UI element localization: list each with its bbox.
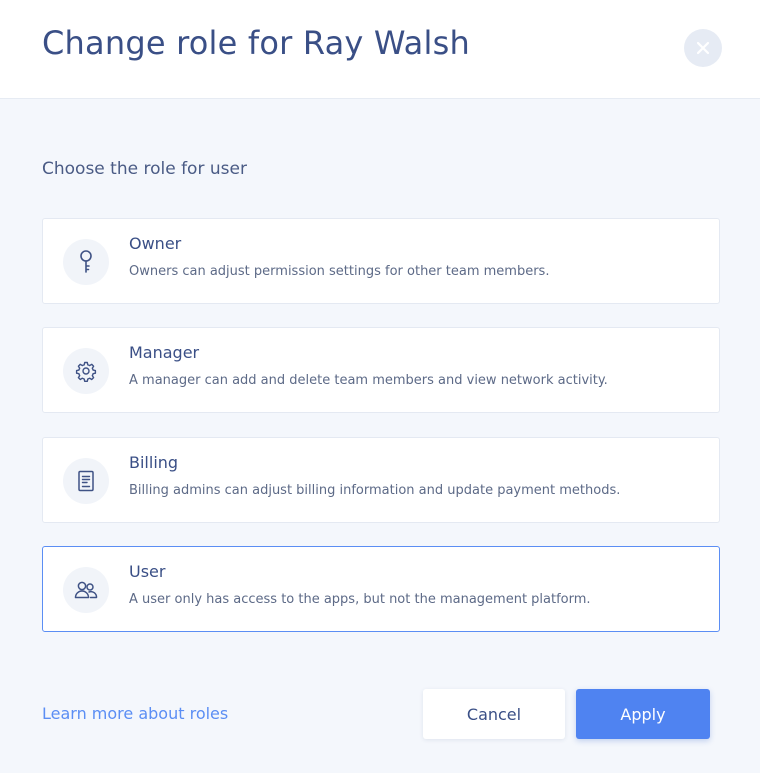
close-button[interactable]	[684, 29, 722, 67]
learn-more-link[interactable]: Learn more about roles	[42, 704, 228, 723]
receipt-icon	[78, 470, 94, 492]
role-option-owner[interactable]: Owner Owners can adjust permission setti…	[42, 218, 720, 304]
apply-button[interactable]: Apply	[576, 689, 710, 739]
change-role-dialog: Change role for Ray Walsh Choose the rol…	[0, 0, 760, 773]
role-prompt: Choose the role for user	[42, 159, 247, 179]
users-icon	[74, 581, 98, 599]
role-name: User	[129, 562, 166, 581]
role-description: Billing admins can adjust billing inform…	[129, 483, 621, 498]
gear-icon	[75, 361, 97, 382]
role-icon-wrapper	[63, 348, 109, 394]
role-icon-wrapper	[63, 458, 109, 504]
dialog-header: Change role for Ray Walsh	[0, 0, 760, 99]
role-option-user[interactable]: User A user only has access to the apps,…	[42, 546, 720, 632]
role-name: Billing	[129, 453, 179, 472]
role-name: Manager	[129, 343, 200, 362]
dialog-title: Change role for Ray Walsh	[42, 24, 470, 62]
role-option-manager[interactable]: Manager A manager can add and delete tea…	[42, 327, 720, 413]
cancel-button[interactable]: Cancel	[423, 689, 565, 739]
role-option-billing[interactable]: Billing Billing admins can adjust billin…	[42, 437, 720, 523]
role-description: A user only has access to the apps, but …	[129, 592, 591, 607]
role-description: A manager can add and delete team member…	[129, 373, 608, 388]
role-description: Owners can adjust permission settings fo…	[129, 264, 550, 279]
role-name: Owner	[129, 234, 182, 253]
role-icon-wrapper	[63, 239, 109, 285]
role-icon-wrapper	[63, 567, 109, 613]
close-icon	[696, 41, 710, 55]
key-icon	[80, 250, 92, 273]
